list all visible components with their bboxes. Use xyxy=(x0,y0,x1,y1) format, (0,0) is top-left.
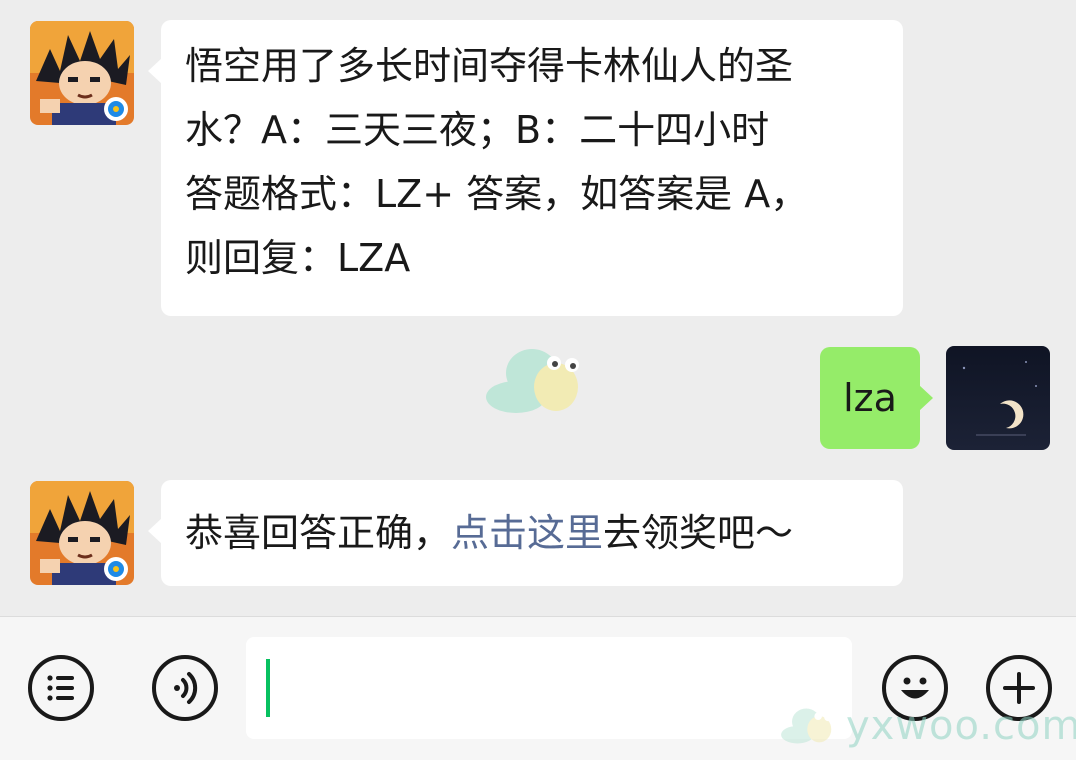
watermark-logo-icon xyxy=(781,708,832,744)
site-watermark: yxwoo.com xyxy=(780,696,1076,756)
my-avatar[interactable] xyxy=(946,346,1050,450)
menu-button[interactable] xyxy=(28,655,94,721)
message-line: 水？A：三天三夜；B：二十四小时 xyxy=(185,108,770,152)
contact-avatar[interactable] xyxy=(30,481,134,585)
message-text: 恭喜回答正确， xyxy=(185,511,452,555)
watermark-text: yxwoo.com xyxy=(846,703,1076,749)
chat-area: 悟空用了多长时间夺得卡林仙人的圣 水？A：三天三夜；B：二十四小时 答题格式：L… xyxy=(0,0,1076,616)
message-line: 则回复：LZA xyxy=(185,236,411,280)
goku-avatar-image xyxy=(30,21,134,125)
message-text: lza xyxy=(843,376,897,420)
voice-icon xyxy=(174,672,198,704)
message-text: 去领奖吧～ xyxy=(603,511,794,555)
watermark-logo-icon xyxy=(486,349,579,413)
list-menu-icon xyxy=(47,675,74,701)
message-input[interactable] xyxy=(246,637,852,739)
message-line: 答题格式：LZ+ 答案，如答案是 A， xyxy=(185,172,809,216)
outgoing-message[interactable]: lza xyxy=(820,347,933,449)
moon-avatar-image xyxy=(946,346,1050,450)
incoming-message-reply[interactable]: 恭喜回答正确，点击这里去领奖吧～ xyxy=(148,480,903,586)
contact-avatar[interactable] xyxy=(30,21,134,125)
message-line: 悟空用了多长时间夺得卡林仙人的圣 xyxy=(185,44,794,88)
claim-reward-link[interactable]: 点击这里 xyxy=(451,511,603,555)
voice-button[interactable] xyxy=(152,655,218,721)
goku-avatar-image xyxy=(30,481,134,585)
text-caret xyxy=(266,659,270,717)
incoming-message-quiz[interactable]: 悟空用了多长时间夺得卡林仙人的圣 水？A：三天三夜；B：二十四小时 答题格式：L… xyxy=(148,20,903,316)
